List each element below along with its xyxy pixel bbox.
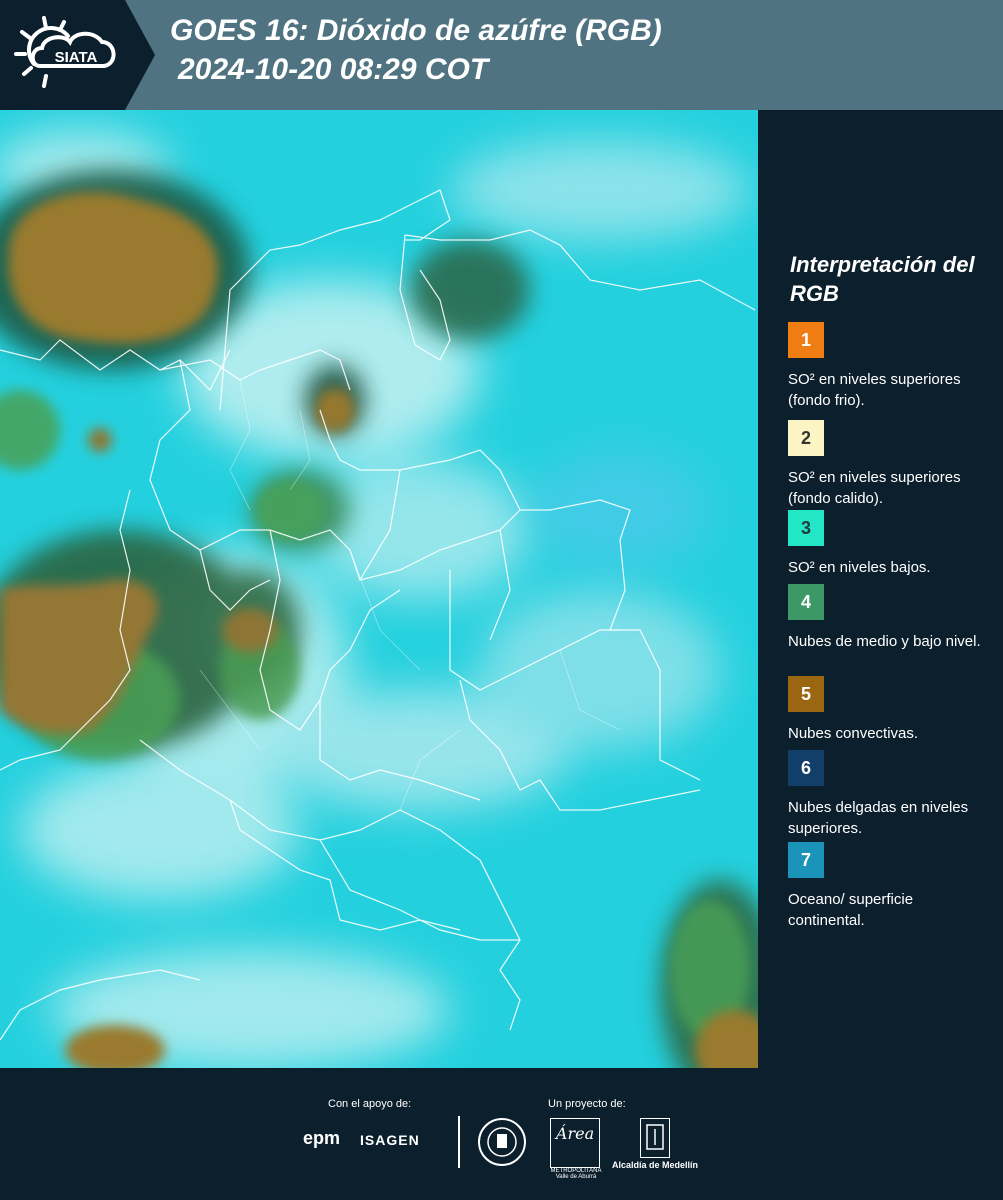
legend-item-text: Nubes delgadas en niveles superiores.	[788, 799, 969, 837]
logo-panel: SIATA	[0, 0, 155, 110]
legend-item-2: 2 SO² en niveles superiores (fondo calid…	[788, 420, 993, 509]
legend-panel: Interpretación del RGB 1 SO² en niveles …	[758, 110, 1003, 1068]
page-title: GOES 16: Dióxido de azúfre (RGB)	[170, 14, 662, 47]
legend-item-text: Nubes de medio y bajo nivel.	[788, 633, 981, 650]
legend-item-text: SO² en niveles superiores (fondo calido)…	[788, 469, 961, 507]
legend-swatch: 7	[788, 842, 824, 878]
timestamp: 2024-10-20 08:29 COT	[178, 53, 489, 86]
legend-swatch: 5	[788, 676, 824, 712]
legend-title: Interpretación del RGB	[790, 252, 975, 306]
legend-swatch: 6	[788, 750, 824, 786]
legend-item-7: 7 Oceano/ superficie continental.	[788, 842, 993, 931]
legend-item-5: 5 Nubes convectivas.	[788, 676, 993, 744]
footer: Con el apoyo de: Un proyecto de: epm ISA…	[0, 1068, 1003, 1200]
isagen-logo: ISAGEN	[360, 1132, 420, 1148]
legend-item-3: 3 SO² en niveles bajos.	[788, 510, 993, 578]
legend-swatch: 1	[788, 322, 824, 358]
alcaldia-shield-icon	[640, 1118, 670, 1158]
legend-swatch: 3	[788, 510, 824, 546]
epm-logo: epm	[303, 1128, 341, 1148]
area-metropolitana-logo: Área	[550, 1118, 600, 1168]
area-metropolitana-subtitle: METROPOLITANA Valle de Aburrá	[550, 1168, 602, 1180]
header-bar: SIATA GOES 16: Dióxido de azúfre (RGB) 2…	[0, 0, 1003, 110]
legend-swatch: 2	[788, 420, 824, 456]
project-label: Un proyecto de:	[548, 1098, 626, 1110]
legend-item-6: 6 Nubes delgadas en niveles superiores.	[788, 750, 993, 839]
footer-divider	[458, 1116, 460, 1168]
siata-sun-logo-icon: SIATA	[14, 16, 116, 88]
legend-item-text: Nubes convectivas.	[788, 725, 919, 742]
support-label: Con el apoyo de:	[328, 1098, 412, 1110]
legend-item-text: Oceano/ superficie continental.	[788, 891, 914, 929]
satellite-map[interactable]	[0, 110, 758, 1068]
medellin-seal-icon	[478, 1118, 526, 1166]
logo-text: SIATA	[55, 49, 98, 66]
legend-item-4: 4 Nubes de medio y bajo nivel.	[788, 584, 993, 652]
legend-item-text: SO² en niveles superiores (fondo frio).	[788, 371, 961, 409]
legend-item-1: 1 SO² en niveles superiores (fondo frio)…	[788, 322, 993, 411]
satellite-rgb-image-icon	[0, 110, 758, 1068]
alcaldia-label: Alcaldía de Medellín	[612, 1160, 699, 1170]
legend-item-text: SO² en niveles bajos.	[788, 559, 931, 576]
legend-swatch: 4	[788, 584, 824, 620]
